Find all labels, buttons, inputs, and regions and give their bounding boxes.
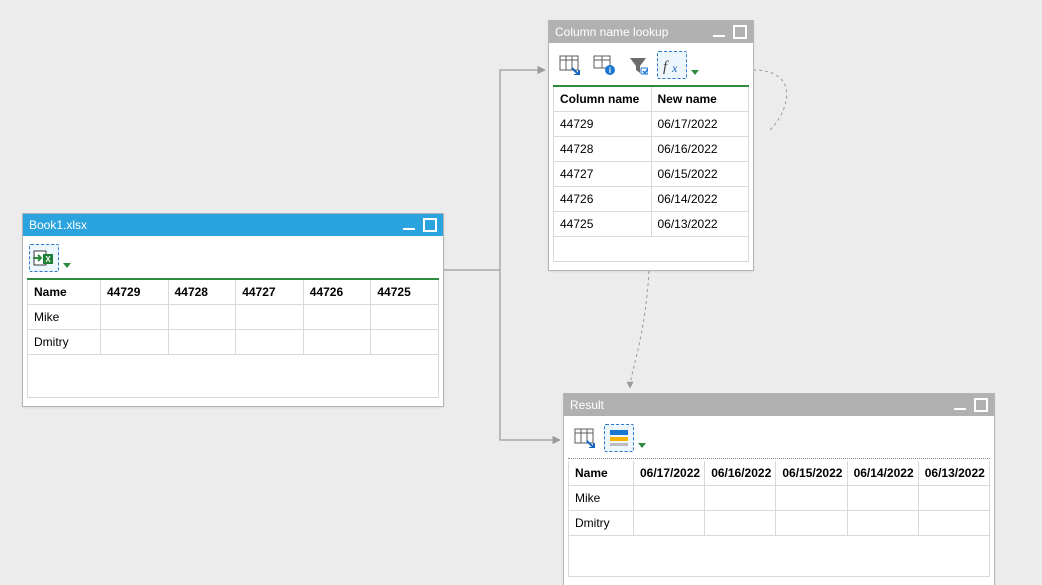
table-row <box>569 536 990 577</box>
node-source[interactable]: Book1.xlsx X Name 44729 44728 44727 4472… <box>22 213 444 407</box>
source-table: Name 44729 44728 44727 44726 44725 Mike … <box>27 280 439 398</box>
table-row[interactable]: 4472806/16/2022 <box>554 137 749 162</box>
col-header[interactable]: 06/16/2022 <box>705 461 776 486</box>
col-header[interactable]: Name <box>569 461 634 486</box>
col-header[interactable]: 44726 <box>303 280 371 305</box>
window-control-icon[interactable] <box>974 398 988 412</box>
table-info-icon[interactable]: i <box>589 51 619 79</box>
node-result-toolbar <box>568 420 990 458</box>
lookup-table: Column name New name 4472906/17/2022 447… <box>553 87 749 262</box>
node-source-toolbar: X <box>27 240 439 278</box>
col-header[interactable]: Name <box>28 280 101 305</box>
node-lookup[interactable]: Column name lookup i fx Column <box>548 20 754 271</box>
svg-text:X: X <box>45 255 51 264</box>
workflow-canvas[interactable]: Book1.xlsx X Name 44729 44728 44727 4472… <box>0 0 1042 585</box>
table-row <box>554 237 749 262</box>
svg-text:i: i <box>609 66 611 75</box>
minimize-icon[interactable] <box>954 408 966 410</box>
node-source-titlebar[interactable]: Book1.xlsx <box>23 214 443 236</box>
svg-text:x: x <box>671 61 678 75</box>
header-divider <box>568 458 990 460</box>
node-lookup-title: Column name lookup <box>555 21 668 43</box>
col-header[interactable]: 06/13/2022 <box>918 461 989 486</box>
dropdown-arrow-icon[interactable] <box>691 69 701 77</box>
minimize-icon[interactable] <box>403 228 415 230</box>
import-excel-icon[interactable]: X <box>29 244 59 272</box>
result-table: Name 06/17/2022 06/16/2022 06/15/2022 06… <box>568 461 990 577</box>
table-row[interactable]: Mike <box>569 486 990 511</box>
table-row[interactable]: 4472906/17/2022 <box>554 112 749 137</box>
node-lookup-toolbar: i fx <box>553 47 749 85</box>
table-row[interactable]: 4472506/13/2022 <box>554 212 749 237</box>
window-control-icon[interactable] <box>423 218 437 232</box>
svg-text:f: f <box>663 59 669 75</box>
fx-icon[interactable]: fx <box>657 51 687 79</box>
window-control-icon[interactable] <box>733 25 747 39</box>
col-header[interactable]: New name <box>651 87 749 112</box>
table-row[interactable]: 4472606/14/2022 <box>554 187 749 212</box>
dropdown-arrow-icon[interactable] <box>638 442 648 450</box>
minimize-icon[interactable] <box>713 35 725 37</box>
node-result-titlebar[interactable]: Result <box>564 394 994 416</box>
dropdown-arrow-icon[interactable] <box>63 262 73 270</box>
table-row <box>28 355 439 398</box>
col-header[interactable]: 06/14/2022 <box>847 461 918 486</box>
col-header[interactable]: 44728 <box>168 280 236 305</box>
col-header[interactable]: 44727 <box>236 280 304 305</box>
table-arrow-icon[interactable] <box>570 424 600 452</box>
filter-icon[interactable] <box>623 51 653 79</box>
table-row[interactable]: Mike <box>28 305 439 330</box>
rename-columns-icon[interactable] <box>604 424 634 452</box>
col-header[interactable]: 44729 <box>101 280 169 305</box>
node-lookup-titlebar[interactable]: Column name lookup <box>549 21 753 43</box>
table-row[interactable]: Dmitry <box>569 511 990 536</box>
col-header[interactable]: 06/17/2022 <box>634 461 705 486</box>
table-arrow-icon[interactable] <box>555 51 585 79</box>
col-header[interactable]: 06/15/2022 <box>776 461 847 486</box>
node-result[interactable]: Result Name 06/17/2022 06/16/2022 06/15/… <box>563 393 995 585</box>
table-row[interactable]: Dmitry <box>28 330 439 355</box>
col-header[interactable]: Column name <box>554 87 652 112</box>
node-source-title: Book1.xlsx <box>29 214 87 236</box>
node-result-title: Result <box>570 394 604 416</box>
col-header[interactable]: 44725 <box>371 280 439 305</box>
table-row[interactable]: 4472706/15/2022 <box>554 162 749 187</box>
